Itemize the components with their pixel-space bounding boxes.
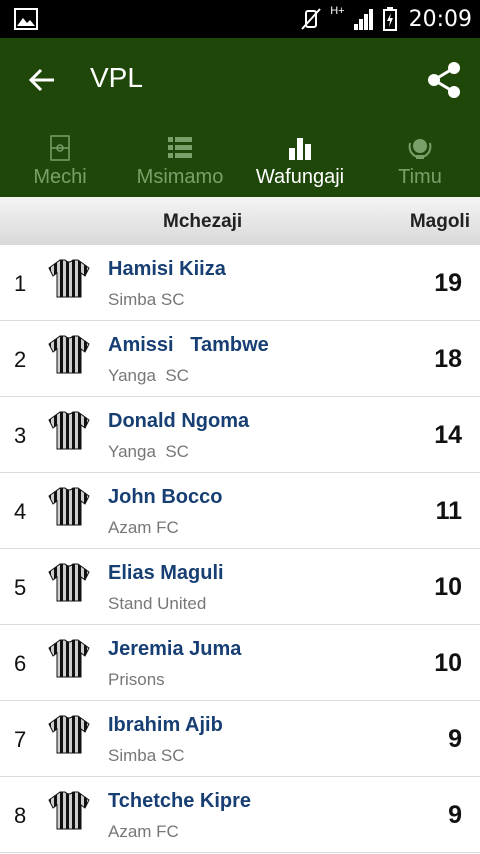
tab-timu-label: Timu	[398, 166, 442, 188]
jersey-icon	[48, 563, 90, 602]
jersey-icon	[48, 715, 90, 754]
bar-chart-icon	[289, 138, 311, 160]
jersey-icon	[48, 487, 90, 526]
jersey-icon	[48, 411, 90, 450]
team-name: Simba SC	[108, 746, 185, 765]
goal-count: 14	[434, 421, 462, 449]
player-name: Hamisi Kiiza	[108, 258, 226, 280]
tab-msimamo-label: Msimamo	[136, 166, 224, 188]
player-name: Amissi Tambwe	[108, 334, 269, 356]
player-column-header: Mchezaji	[163, 211, 243, 232]
tab-wafungaji[interactable]: Wafungaji	[240, 128, 360, 197]
list-item[interactable]: 5 Elias Maguli Stand United 10	[0, 549, 480, 625]
rank-number: 6	[14, 651, 27, 676]
team-name: Azam FC	[108, 822, 179, 841]
back-arrow-icon[interactable]	[28, 66, 56, 94]
list-item[interactable]: 8 Tchetche Kipre Azam FC 9	[0, 777, 480, 853]
team-name: Stand United	[108, 594, 207, 613]
tab-wafungaji-label: Wafungaji	[255, 166, 345, 188]
team-crest-icon	[408, 139, 432, 159]
battery-charging-icon	[382, 7, 397, 31]
player-name: Jeremia Juma	[108, 638, 242, 660]
player-name: Donald Ngoma	[108, 410, 250, 432]
tab-mechi[interactable]: Mechi	[0, 128, 120, 197]
jersey-icon	[48, 259, 90, 298]
app-bar: VPL Mechi Msimamo Wafungaji Timu	[0, 38, 480, 197]
page-title: VPL	[90, 62, 143, 93]
team-name: Simba SC	[108, 290, 185, 309]
gallery-icon	[14, 8, 38, 30]
goal-count: 11	[435, 497, 462, 525]
rank-number: 3	[14, 423, 27, 448]
player-name: John Bocco	[108, 486, 223, 508]
team-name: Prisons	[108, 670, 165, 689]
team-name: Yanga SC	[108, 366, 189, 385]
signal-icon	[353, 9, 373, 30]
goal-count: 18	[434, 345, 462, 373]
goal-count: 10	[434, 649, 462, 677]
team-name: Azam FC	[108, 518, 179, 537]
rank-number: 4	[14, 499, 27, 524]
status-bar: H+ 20:09	[0, 0, 480, 38]
tab-mechi-label: Mechi	[33, 166, 87, 188]
list-item[interactable]: 6 Jeremia Juma Prisons 10	[0, 625, 480, 701]
rank-number: 1	[14, 271, 27, 296]
tab-timu[interactable]: Timu	[360, 128, 480, 197]
list-item[interactable]: 7 Ibrahim Ajib Simba SC 9	[0, 701, 480, 777]
goal-count: 9	[448, 725, 462, 753]
list-item[interactable]: 2 Amissi Tambwe Yanga SC 18	[0, 321, 480, 397]
share-icon[interactable]	[424, 60, 464, 100]
list-item[interactable]: 1 Hamisi Kiiza Simba SC 19	[0, 245, 480, 321]
goal-count: 10	[434, 573, 462, 601]
team-name: Yanga SC	[108, 442, 189, 461]
standings-list-icon	[168, 137, 192, 158]
tab-msimamo[interactable]: Msimamo	[120, 128, 240, 197]
rank-number: 7	[14, 727, 27, 752]
player-name: Ibrahim Ajib	[108, 714, 223, 736]
clock: 20:09	[408, 6, 472, 32]
pitch-icon	[50, 135, 70, 161]
goals-column-header: Magoli	[409, 211, 470, 232]
rank-number: 5	[14, 575, 27, 600]
scorers-list: 1 Hamisi Kiiza Simba SC 19 2 Amissi Tamb…	[0, 245, 480, 853]
player-name: Elias Maguli	[108, 562, 224, 584]
jersey-icon	[48, 791, 90, 830]
rank-number: 8	[14, 803, 27, 828]
network-type-label: H+	[330, 5, 345, 17]
vibrate-muted-icon	[301, 8, 321, 30]
jersey-icon	[48, 639, 90, 678]
player-name: Tchetche Kipre	[108, 790, 251, 812]
jersey-icon	[48, 335, 90, 374]
goal-count: 19	[434, 269, 462, 297]
goal-count: 9	[448, 801, 462, 829]
list-item[interactable]: 3 Donald Ngoma Yanga SC 14	[0, 397, 480, 473]
list-item[interactable]: 4 John Bocco Azam FC 11	[0, 473, 480, 549]
table-header: Mchezaji Magoli	[0, 197, 480, 246]
tab-bar: Mechi Msimamo Wafungaji Timu	[0, 128, 480, 197]
rank-number: 2	[14, 347, 27, 372]
